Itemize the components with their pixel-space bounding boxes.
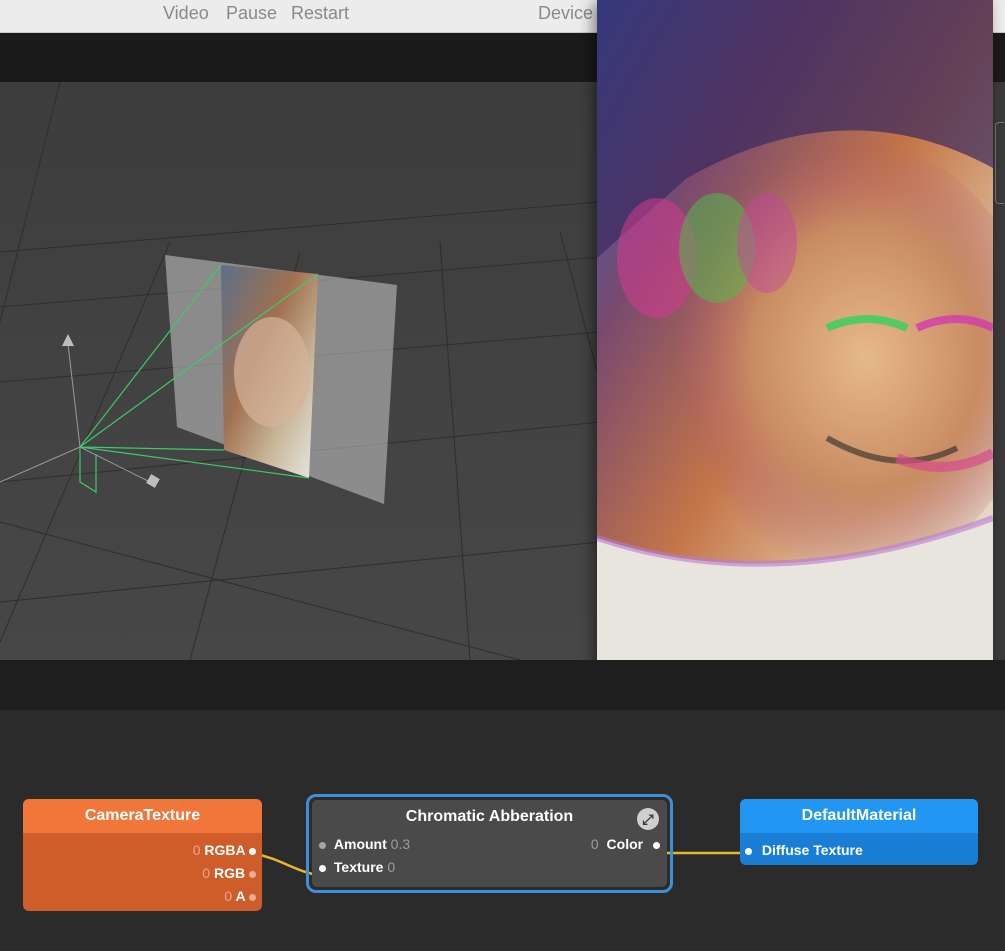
device-menu[interactable]: Device — [538, 3, 593, 24]
port-label: Diffuse Texture — [761, 842, 863, 858]
expand-icon[interactable]: ⤢ — [637, 808, 659, 830]
port-dot[interactable] — [319, 864, 326, 872]
side-panel-edge — [993, 82, 1005, 660]
viewport-footer — [0, 660, 1005, 710]
device-preview — [597, 0, 993, 684]
node-title: Chromatic Abberation — [312, 800, 667, 833]
port-label: RGB — [213, 865, 246, 881]
output-port-a[interactable]: 0 A — [23, 885, 262, 908]
port-dot[interactable] — [249, 870, 256, 878]
port-label: Texture — [333, 859, 384, 875]
output-port-rgba[interactable]: 0 RGBA — [23, 839, 262, 862]
port-value[interactable]: 0.3 — [391, 836, 410, 852]
port-dot[interactable] — [249, 893, 256, 901]
output-port-color: Color — [606, 836, 644, 852]
output-port-rgb[interactable]: 0 RGB — [23, 862, 262, 885]
default-material-node[interactable]: DefaultMaterial Diffuse Texture — [740, 799, 978, 865]
port-dot[interactable] — [653, 841, 660, 849]
port-value: 0 — [224, 888, 233, 904]
port-value: 0 — [590, 836, 599, 852]
port-value: 0 — [202, 865, 211, 881]
port-dot[interactable] — [249, 847, 256, 855]
port-label: Amount — [333, 836, 387, 852]
scene-viewport[interactable] — [0, 82, 600, 660]
input-port-amount[interactable]: Amount 0.3 0 Color — [312, 833, 667, 856]
scene-grid — [0, 82, 600, 660]
input-port-texture[interactable]: Texture 0 — [312, 856, 667, 879]
input-port-diffuse-texture[interactable]: Diffuse Texture — [740, 833, 978, 862]
camera-preview-image — [597, 0, 993, 684]
port-dot[interactable] — [319, 841, 326, 849]
port-dot[interactable] — [745, 847, 752, 855]
port-label: RGBA — [204, 842, 246, 858]
port-value: 0 — [192, 842, 201, 858]
node-title: CameraTexture — [23, 799, 262, 833]
restart-button[interactable]: Restart — [291, 3, 349, 24]
node-title: DefaultMaterial — [740, 799, 978, 833]
port-label: A — [235, 888, 246, 904]
camera-texture-node[interactable]: CameraTexture 0 RGBA 0 RGB 0 A — [23, 799, 262, 911]
video-button[interactable]: Video — [163, 3, 209, 24]
port-value: 0 — [387, 859, 396, 875]
panel-tab[interactable] — [995, 122, 1004, 204]
pause-button[interactable]: Pause — [226, 3, 277, 24]
chromatic-abberation-node[interactable]: Chromatic Abberation ⤢ Amount 0.3 0 Colo… — [312, 800, 667, 887]
